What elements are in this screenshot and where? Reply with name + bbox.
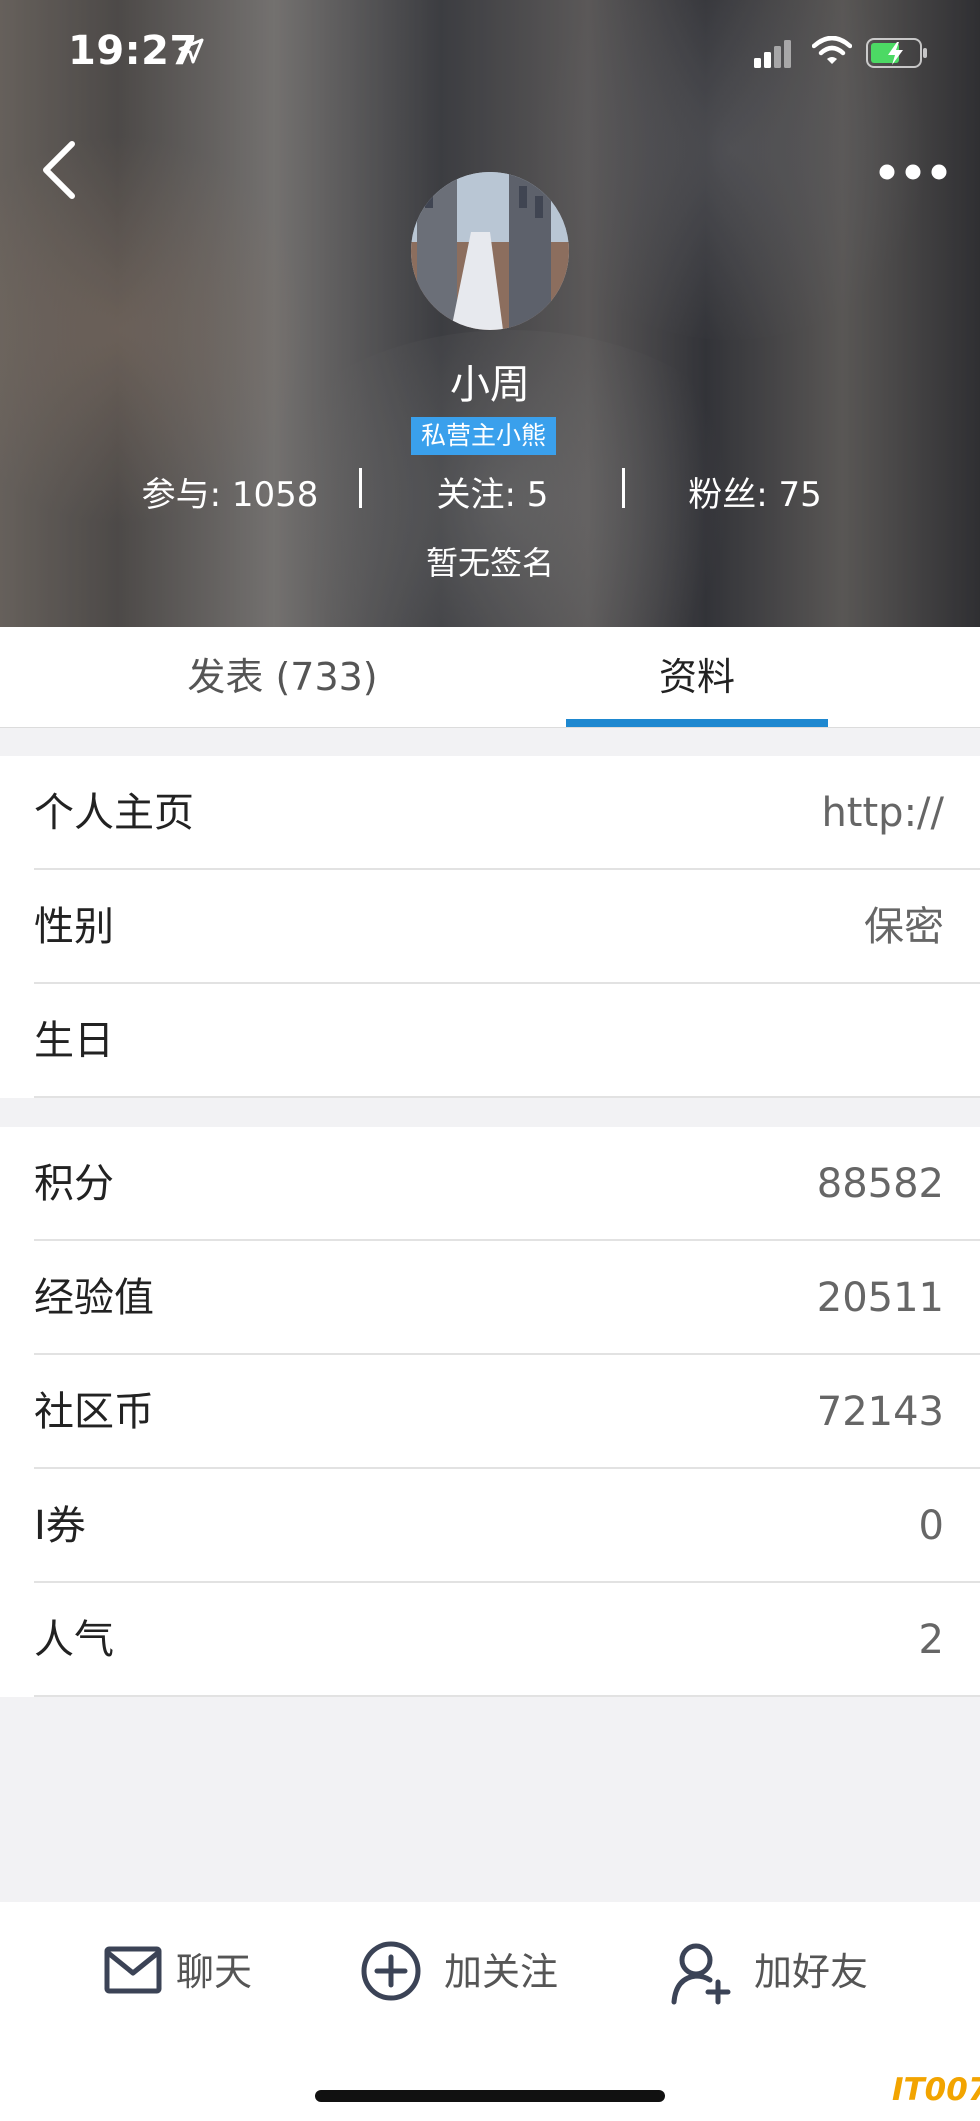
row-value: 20511 [816,1275,944,1321]
row-value: 72143 [816,1389,944,1435]
more-options-button[interactable] [878,160,948,184]
info-row-popularity[interactable]: 人气 2 [0,1583,980,1697]
wifi-icon [812,36,852,64]
watermark-logo: IT007 [892,2072,980,2108]
info-row-experience[interactable]: 经验值 20511 [0,1241,980,1355]
info-row-gender[interactable]: 性别 保密 [0,870,980,984]
follow-button[interactable]: 加关注 [360,1932,560,2012]
signature: 暂无签名 [425,544,554,582]
add-user-icon [671,1943,731,2005]
stat-participation[interactable]: 参与: 1058 [130,467,330,516]
row-value: 0 [918,1503,944,1549]
row-value: 88582 [816,1161,944,1207]
stat-following[interactable]: 关注: 5 [400,467,585,516]
add-friend-button[interactable]: 加好友 [670,1932,870,2012]
stat-followers[interactable]: 粉丝: 75 [660,467,850,516]
row-label: I券 [34,1503,86,1549]
row-label: 个人主页 [34,790,194,836]
row-label: 性别 [34,904,114,950]
active-tab-indicator [566,719,828,727]
add-friend-label: 加好友 [754,1950,869,1994]
row-value: 保密 [864,904,944,950]
info-group-stats: 积分 88582 经验值 20511 社区币 72143 I券 0 人气 2 [0,1127,980,1697]
chat-button[interactable]: 聊天 [104,1932,264,2012]
row-label: 生日 [34,1018,114,1064]
info-row-community-coins[interactable]: 社区币 72143 [0,1355,980,1469]
plus-circle-icon [361,1941,421,2001]
home-indicator[interactable] [315,2090,665,2102]
avatar[interactable] [411,172,569,330]
profile-tabs: 发表 (733) 资料 [0,627,980,728]
info-row-points[interactable]: 积分 88582 [0,1127,980,1241]
follow-label: 加关注 [444,1950,559,1994]
user-title-badge: 私营主小熊 [411,417,556,455]
row-value: 2 [918,1617,944,1663]
nickname: 小周 [450,362,530,408]
battery-charging-icon [866,38,927,68]
info-row-homepage[interactable]: 个人主页 http:// [0,756,980,870]
row-label: 积分 [34,1161,114,1207]
status-bar: 19:27 [0,0,980,110]
location-arrow-icon [178,38,204,64]
chat-label: 聊天 [176,1950,253,1994]
info-row-birthday[interactable]: 生日 [0,984,980,1098]
stat-divider [622,468,625,508]
stat-divider [359,468,362,508]
info-group-basic: 个人主页 http:// 性别 保密 生日 [0,756,980,1098]
info-row-vouchers[interactable]: I券 0 [0,1469,980,1583]
cellular-signal-icon [754,40,791,68]
back-button[interactable] [38,140,88,200]
bottom-action-bar: 聊天 加关注 加好友 [0,1902,980,2121]
row-label: 社区币 [34,1389,154,1435]
envelope-icon [104,1946,162,1994]
tab-posts[interactable]: 发表 (733) [150,627,415,727]
row-value: http:// [821,790,944,836]
tab-profile-info[interactable]: 资料 [566,627,828,727]
row-label: 经验值 [34,1275,154,1321]
row-label: 人气 [34,1617,114,1663]
